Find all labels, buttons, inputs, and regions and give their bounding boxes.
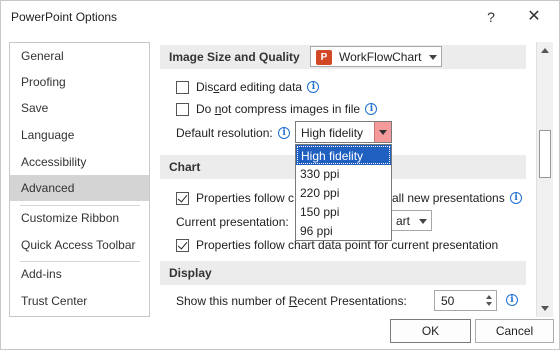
info-icon[interactable]: i <box>365 103 378 115</box>
sidebar-item-quick-access-toolbar[interactable]: Quick Access Toolbar <box>10 232 149 258</box>
discard-editing-label: Discard editing data i <box>196 80 320 94</box>
sidebar-item-trust-center[interactable]: Trust Center <box>10 288 149 314</box>
default-resolution-select[interactable]: High fidelity <box>295 121 392 143</box>
props-follow-new-label-end: all new presentations i <box>392 191 523 205</box>
resolution-dropdown-list: High fidelity 330 ppi 220 ppi 150 ppi 96… <box>295 144 392 241</box>
sidebar-item-add-ins[interactable]: Add-ins <box>10 261 149 287</box>
scrollbar-thumb[interactable] <box>539 130 551 178</box>
label-part: Dis <box>196 80 214 94</box>
props-follow-current-checkbox[interactable] <box>176 239 189 252</box>
default-resolution-value: High fidelity <box>301 126 364 140</box>
sidebar-item-accessibility[interactable]: Accessibility <box>10 149 149 175</box>
label-part: all new presentations <box>392 191 505 205</box>
label-part: Do <box>196 102 215 116</box>
ok-button[interactable]: OK <box>390 319 471 343</box>
info-icon[interactable]: i <box>506 294 518 306</box>
no-compress-label: Do not compress images in file i <box>196 102 378 116</box>
info-icon[interactable]: i <box>278 127 291 139</box>
resolution-option[interactable]: High fidelity <box>296 145 391 165</box>
options-sidebar: General Proofing Save Language Accessibi… <box>9 42 150 317</box>
title-bar: PowerPoint Options ? ✕ <box>1 1 559 33</box>
scroll-down-icon[interactable] <box>541 306 549 311</box>
spin-up-icon[interactable] <box>486 295 492 299</box>
resolution-option[interactable]: 96 ppi <box>297 222 390 240</box>
resolution-option[interactable]: 330 ppi <box>297 165 390 183</box>
window-title: PowerPoint Options <box>11 10 118 24</box>
props-follow-new-checkbox[interactable] <box>176 192 189 205</box>
spin-down-icon[interactable] <box>486 302 492 306</box>
resolution-option[interactable]: 150 ppi <box>297 203 390 221</box>
label-part: Show this number of <box>176 294 289 308</box>
current-presentation-label: Current presentation: <box>176 215 289 229</box>
discard-editing-checkbox[interactable] <box>176 81 189 94</box>
chevron-down-icon <box>419 219 427 224</box>
label-text: Default resolution: <box>176 126 273 140</box>
sidebar-item-customize-ribbon[interactable]: Customize Ribbon <box>10 205 149 231</box>
sidebar-item-advanced[interactable]: Advanced <box>10 175 149 201</box>
image-file-value: WorkFlowChart <box>339 50 422 64</box>
label-part: ecent Presentations: <box>297 294 407 308</box>
label-part: ard editing data <box>219 80 303 94</box>
sidebar-item-language[interactable]: Language <box>10 122 149 148</box>
sidebar-item-proofing[interactable]: Proofing <box>10 69 149 95</box>
cancel-button[interactable]: Cancel <box>475 319 554 343</box>
chevron-down-icon <box>429 55 437 60</box>
scroll-up-icon[interactable] <box>541 48 549 53</box>
image-file-select[interactable]: P WorkFlowChart <box>310 46 442 67</box>
label-part: ot compress images in file <box>221 102 361 116</box>
resolution-option[interactable]: 220 ppi <box>297 184 390 202</box>
section-title: Display <box>169 266 212 280</box>
powerpoint-options-dialog: PowerPoint Options ? ✕ General Proofing … <box>0 0 560 350</box>
sidebar-item-save[interactable]: Save <box>10 95 149 121</box>
help-button[interactable]: ? <box>476 5 506 29</box>
section-heading-display: Display <box>160 261 526 285</box>
sidebar-item-general[interactable]: General <box>10 43 149 69</box>
dropdown-arrow-icon[interactable] <box>374 122 391 142</box>
recent-presentations-value: 50 <box>441 294 455 308</box>
recent-presentations-label: Show this number of Recent Presentations… <box>176 294 407 308</box>
info-icon[interactable]: i <box>510 192 523 204</box>
default-resolution-label: Default resolution: i <box>176 126 291 140</box>
close-button[interactable]: ✕ <box>519 5 549 29</box>
no-compress-checkbox[interactable] <box>176 103 189 116</box>
current-presentation-value: art <box>396 214 411 228</box>
info-icon[interactable]: i <box>307 81 320 93</box>
powerpoint-file-icon: P <box>316 50 332 65</box>
content-scrollbar[interactable] <box>536 42 553 317</box>
props-follow-new-label-start: Properties follow c <box>196 191 295 205</box>
recent-presentations-spinner[interactable]: 50 <box>434 290 497 311</box>
section-title: Image Size and Quality <box>169 50 300 64</box>
section-title: Chart <box>169 160 201 174</box>
